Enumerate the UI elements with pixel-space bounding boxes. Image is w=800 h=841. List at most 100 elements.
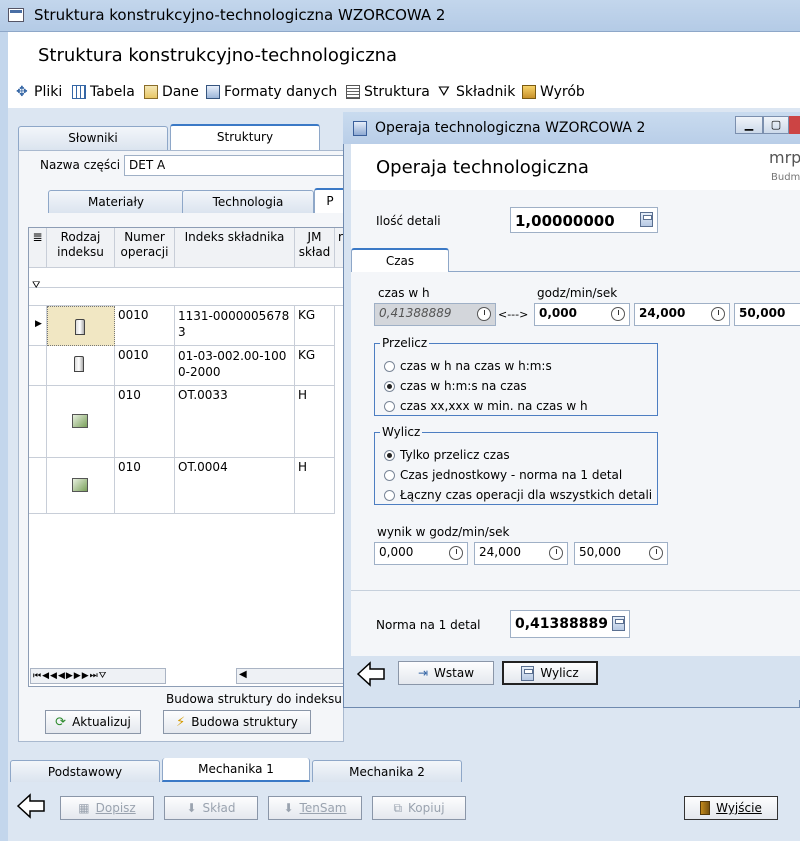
menu-skladnik[interactable]: ⛛ Składnik [438, 84, 515, 100]
seconds-input[interactable]: 50,000 [734, 303, 800, 326]
dialog-back-button[interactable] [356, 660, 386, 688]
radio-unit-time[interactable] [384, 470, 395, 481]
radio-h-to-hms[interactable] [384, 361, 395, 372]
table-row-cell-type[interactable] [47, 346, 115, 386]
table-row-cell-index[interactable]: 01-03-002.00-1000-2000 [175, 346, 295, 386]
table-row-cell-jm[interactable]: KG [295, 306, 335, 346]
copy-button[interactable]: ⧉ Kopiuj [372, 796, 466, 820]
tensam-button[interactable]: ⬇ TenSam [268, 796, 362, 820]
przelicz-title: Przelicz [380, 336, 430, 350]
add-button[interactable]: ▦ Dopisz [60, 796, 154, 820]
table-row-cell-op[interactable]: 010 [115, 458, 175, 514]
menu-pliki[interactable]: ✥ Pliki [16, 84, 62, 100]
formats-icon [206, 85, 220, 99]
grid-menu-icon[interactable]: ≣ [29, 228, 47, 268]
col-numer-operacji[interactable]: Numer operacji [115, 228, 175, 268]
clock-icon[interactable] [611, 307, 625, 321]
table-row-cell-index[interactable]: OT.0033 [175, 386, 295, 458]
grid-navigator[interactable]: ⏮◀◀◀▶▶▶⏭⛛ [30, 668, 166, 684]
table-row-cell-type[interactable] [47, 306, 115, 346]
clock-icon[interactable] [711, 307, 725, 321]
insert-icon: ⇥ [417, 666, 429, 680]
result-minutes-value: 24,000 [479, 545, 521, 559]
table-row-cell-jm[interactable]: H [295, 386, 335, 458]
hours-input[interactable]: 0,000 [534, 303, 630, 326]
col-jm-sklad[interactable]: JM skład [295, 228, 335, 268]
clock-icon[interactable] [449, 546, 463, 560]
clock-icon[interactable] [477, 307, 491, 321]
czas-h-input[interactable]: 0,41388889 [374, 303, 496, 326]
header-band: Struktura konstrukcyjno-technologiczna [8, 32, 800, 78]
result-hours-input[interactable]: 0,000 [374, 542, 468, 565]
tab-p[interactable]: P [314, 188, 346, 213]
clock-icon[interactable] [649, 546, 663, 560]
dialog-title-bar: Operaja technologiczna WZORCOWA 2 ▁ ▢ [343, 112, 800, 144]
menu-label: Składnik [456, 84, 516, 100]
tab-podstawowy[interactable]: Podstawowy [10, 760, 160, 782]
minutes-input[interactable]: 24,000 [634, 303, 730, 326]
radio-label: Tylko przelicz czas [400, 448, 510, 462]
menu-formaty[interactable]: Formaty danych [206, 84, 337, 100]
menu-label: Wyrób [540, 84, 585, 100]
maximize-button[interactable]: ▢ [763, 116, 789, 134]
brand-logo: mrp [769, 148, 800, 167]
add-icon: ▦ [78, 801, 90, 815]
menu-label: Formaty danych [224, 84, 338, 100]
menu-tabela[interactable]: Tabela [72, 84, 135, 100]
table-row-cell-op[interactable]: 0010 [115, 346, 175, 386]
clock-icon[interactable] [549, 546, 563, 560]
row-indicator [29, 386, 47, 458]
tab-mechanika-1[interactable]: Mechanika 1 [162, 758, 310, 782]
table-row-cell-jm[interactable]: KG [295, 346, 335, 386]
czas-h-label: czas w h [378, 286, 430, 300]
menu-struktura[interactable]: Struktura [346, 84, 430, 100]
menu-dane[interactable]: Dane [144, 84, 199, 100]
tab-technologia[interactable]: Technologia [182, 190, 314, 213]
part-name-label: Nazwa części [40, 158, 121, 172]
insert-button[interactable]: ⇥ Wstaw [398, 661, 494, 685]
radio-total-time[interactable] [384, 490, 395, 501]
table-row-cell-index[interactable]: 1131-00000056783 [175, 306, 295, 346]
tensam-label: TenSam [299, 801, 347, 815]
calculator-icon[interactable] [640, 212, 653, 227]
tab-slowniki[interactable]: Słowniki [18, 126, 168, 150]
filter-row[interactable]: ⛛ [29, 268, 345, 291]
radio-hms-to-h[interactable] [384, 381, 395, 392]
qty-input[interactable]: 1,00000000 [510, 207, 658, 233]
minutes-value: 24,000 [639, 306, 686, 320]
horizontal-scrollbar[interactable]: ◀ [236, 668, 344, 684]
col-rodzaj-indeksu[interactable]: Rodzaj indeksu [47, 228, 115, 268]
compose-button[interactable]: ⬇ Skład [164, 796, 258, 820]
table-row-cell-type[interactable] [47, 386, 115, 458]
close-button[interactable] [789, 116, 800, 134]
table-row-cell-type[interactable] [47, 458, 115, 514]
col-indeks-skladnika[interactable]: Indeks składnika [175, 228, 295, 268]
norma-input[interactable]: 0,41388889 [510, 610, 630, 638]
build-structure-button[interactable]: ⚡ Budowa struktury [163, 710, 311, 734]
result-minutes-input[interactable]: 24,000 [474, 542, 568, 565]
table-row-cell-index[interactable]: OT.0004 [175, 458, 295, 514]
result-seconds-input[interactable]: 50,000 [574, 542, 668, 565]
table-row-cell-jm[interactable]: H [295, 458, 335, 514]
refresh-button[interactable]: ⟳ Aktualizuj [45, 710, 141, 734]
wylicz-title: Wylicz [380, 425, 423, 439]
menu-wyrob[interactable]: Wyrób [522, 84, 585, 100]
tab-materialy[interactable]: Materiały [48, 190, 184, 213]
part-name-input[interactable]: DET A [124, 155, 346, 176]
hms-label: godz/min/sek [537, 286, 618, 300]
radio-only-convert[interactable] [384, 450, 395, 461]
tab-czas[interactable]: Czas [351, 248, 449, 272]
table-row-cell-op[interactable]: 010 [115, 386, 175, 458]
radio-min-to-h[interactable] [384, 401, 395, 412]
part-icon [75, 319, 85, 335]
tab-mechanika-2[interactable]: Mechanika 2 [312, 760, 462, 782]
calculator-icon[interactable] [612, 616, 625, 631]
minimize-button[interactable]: ▁ [735, 116, 763, 134]
scroll-left-icon[interactable]: ◀ [239, 669, 247, 680]
tab-struktury[interactable]: Struktury [170, 124, 320, 150]
table-row-cell-op[interactable]: 0010 [115, 306, 175, 346]
exit-button[interactable]: Wyjście [684, 796, 778, 820]
calculate-button[interactable]: Wylicz [502, 661, 598, 685]
menu-bar: ✥ Pliki Tabela Dane Formaty danych Struk… [8, 78, 800, 108]
back-arrow-button[interactable] [16, 792, 46, 820]
